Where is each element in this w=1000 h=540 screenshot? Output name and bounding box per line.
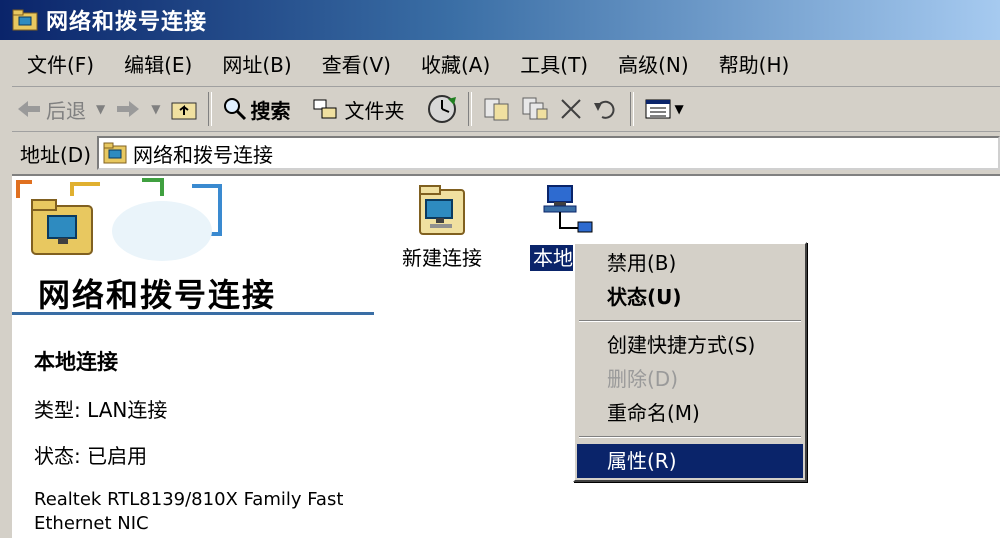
search-label: 搜索: [250, 98, 291, 123]
menu-help[interactable]: 帮助(H): [704, 49, 805, 78]
header-decoration-icon: [16, 178, 222, 261]
selected-item-type: 类型: LAN连接: [34, 398, 168, 422]
toolbar-separator: [468, 92, 473, 126]
folders-label: 文件夹: [344, 98, 405, 123]
folders-button[interactable]: 文件夹: [308, 91, 408, 127]
new-connection-label: 新建连接: [402, 246, 482, 270]
address-input[interactable]: 网络和拨号连接: [97, 136, 1000, 170]
delete-x-icon: [561, 99, 582, 119]
context-menu: 禁用(B) 状态(U) 创建快捷方式(S) 删除(D) 重命名(M) 属性(R): [573, 242, 807, 482]
menu-delete: 删除(D): [607, 367, 679, 391]
local-connection-label: 本地: [530, 245, 576, 271]
toolbar-separator: [208, 92, 213, 126]
selected-item-device: Realtek RTL8139/810X Family Fast Etherne…: [34, 489, 344, 534]
menu-favorites[interactable]: 收藏(A): [406, 49, 505, 78]
search-button[interactable]: 搜索: [218, 91, 294, 127]
window-title: 网络和拨号连接: [46, 10, 208, 35]
new-connection-icon: [419, 185, 465, 235]
history-clock-icon: [428, 95, 457, 123]
toolbar-separator: [630, 92, 635, 126]
panel-title: 网络和拨号连接: [38, 276, 277, 314]
menu-disable[interactable]: 禁用(B): [575, 246, 805, 280]
window-frame-edge: [0, 40, 12, 538]
undo-button[interactable]: [588, 91, 624, 127]
menu-separator: [579, 436, 801, 438]
address-bar: 地址(D) 网络和拨号连接: [12, 132, 1000, 174]
menu-separator: [579, 320, 801, 322]
menu-advanced[interactable]: 高级(N): [603, 49, 704, 78]
search-icon: [224, 98, 247, 121]
copy-to-button[interactable]: [516, 91, 554, 127]
menu-view[interactable]: 查看(V): [307, 49, 406, 78]
panel-divider: [12, 312, 374, 315]
views-button[interactable]: ▼: [640, 91, 687, 127]
back-dropdown-icon[interactable]: ▼: [96, 102, 105, 116]
up-folder-icon: [171, 102, 197, 120]
selected-item-status: 状态: 已启用: [34, 444, 148, 468]
delete-button[interactable]: [554, 91, 588, 127]
back-label: 后退: [46, 98, 86, 123]
toolbar: 后退 ▼ ▼ 搜索 文件夹 ▼: [12, 87, 1000, 132]
menu-properties[interactable]: 属性(R): [577, 444, 803, 478]
selected-item-name: 本地连接: [34, 350, 118, 374]
move-to-button[interactable]: [478, 91, 516, 127]
history-button[interactable]: [422, 91, 462, 127]
title-bar: 网络和拨号连接: [0, 0, 1000, 40]
menu-create-shortcut[interactable]: 创建快捷方式(S): [575, 328, 805, 362]
folders-icon: [313, 99, 337, 119]
menu-bar: 文件(F) 编辑(E) 网址(B) 查看(V) 收藏(A) 工具(T) 高级(N…: [12, 40, 1000, 87]
menu-file[interactable]: 文件(F): [12, 49, 109, 78]
forward-button[interactable]: [111, 91, 145, 127]
arrow-right-icon: [117, 101, 140, 117]
views-dropdown-icon: ▼: [674, 102, 684, 116]
info-panel: 网络和拨号连接 本地连接 类型: LAN连接 状态: 已启用 Realtek R…: [12, 176, 377, 540]
new-connection-item[interactable]: 新建连接: [392, 182, 492, 271]
arrow-left-icon: [18, 101, 40, 117]
back-button[interactable]: 后退: [12, 91, 90, 127]
menu-edit[interactable]: 编辑(E): [109, 49, 207, 78]
undo-icon: [594, 100, 615, 119]
forward-dropdown-icon[interactable]: ▼: [151, 102, 160, 116]
views-grid-icon: [645, 99, 671, 119]
up-folder-button[interactable]: [166, 91, 202, 127]
menu-rename[interactable]: 重命名(M): [575, 396, 805, 430]
move-to-icon: [484, 98, 509, 121]
menu-status[interactable]: 状态(U): [575, 280, 805, 314]
address-label: 地址(D): [20, 142, 92, 167]
menu-address[interactable]: 网址(B): [207, 49, 306, 78]
copy-to-icon: [522, 97, 548, 120]
content-area: 网络和拨号连接 本地连接 类型: LAN连接 状态: 已启用 Realtek R…: [12, 174, 1000, 540]
address-value: 网络和拨号连接: [133, 142, 274, 167]
menu-tools[interactable]: 工具(T): [505, 49, 603, 78]
network-folder-icon: [103, 142, 127, 164]
local-network-icon: [543, 185, 593, 233]
network-folder-icon: [12, 9, 38, 31]
